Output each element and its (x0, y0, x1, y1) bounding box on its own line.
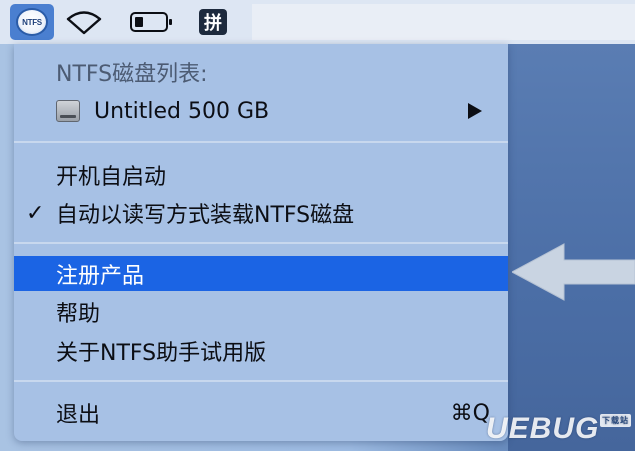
menu-item-register[interactable]: 注册产品 (14, 256, 508, 291)
menu-item-help[interactable]: 帮助 (14, 294, 508, 330)
menu-item-auto-mount[interactable]: ✓ 自动以读写方式装载NTFS磁盘 (14, 194, 508, 232)
register-label: 注册产品 (56, 263, 145, 289)
ntfs-app-icon: NTFS (16, 8, 48, 36)
menu-bar: NTFS 拼 (0, 0, 635, 44)
watermark-subtext: 下载站 (600, 414, 631, 427)
menu-header-label: NTFS磁盘列表: (56, 62, 208, 87)
battery-icon (130, 12, 172, 32)
quit-shortcut: ⌘Q (450, 400, 490, 426)
launch-at-login-label: 开机自启动 (56, 165, 167, 190)
watermark-text: UEBUG (486, 412, 600, 445)
watermark-logo: UEBUG 下载站 (486, 410, 635, 448)
quit-label: 退出 (56, 403, 101, 428)
checkmark-icon: ✓ (26, 200, 45, 226)
disk-label: Untitled 500 GB (94, 98, 270, 124)
pinyin-input-icon: 拼 (199, 9, 227, 35)
help-label: 帮助 (56, 302, 101, 327)
ntfs-status-item[interactable]: NTFS (10, 4, 54, 40)
menu-item-launch-at-login[interactable]: 开机自启动 (14, 157, 508, 193)
menu-separator (14, 141, 508, 143)
menu-item-about[interactable]: 关于NTFS助手试用版 (14, 332, 508, 370)
pinyin-label: 拼 (204, 13, 222, 34)
auto-mount-label: 自动以读写方式装载NTFS磁盘 (56, 203, 355, 228)
menu-bar-empty-area (252, 4, 635, 40)
menu-item-quit[interactable]: 退出 ⌘Q (14, 394, 508, 432)
ntfs-logo-text: NTFS (22, 17, 42, 27)
battery-status-item[interactable] (124, 0, 180, 44)
menu-separator (14, 380, 508, 382)
menu-separator (14, 242, 508, 244)
wifi-icon (66, 11, 102, 35)
input-method-status-item[interactable]: 拼 (196, 0, 230, 44)
menu-item-disk-untitled[interactable]: Untitled 500 GB (14, 92, 508, 130)
hard-disk-icon (56, 100, 80, 122)
left-arrow-icon (512, 243, 635, 301)
wifi-status-item[interactable] (62, 0, 106, 44)
triangle-right-icon (468, 103, 482, 119)
ntfs-dropdown-menu: NTFS磁盘列表: Untitled 500 GB 开机自启动 ✓ 自动以读写方… (14, 44, 508, 441)
about-label: 关于NTFS助手试用版 (56, 341, 267, 366)
menu-header-disk-list: NTFS磁盘列表: (14, 52, 508, 92)
